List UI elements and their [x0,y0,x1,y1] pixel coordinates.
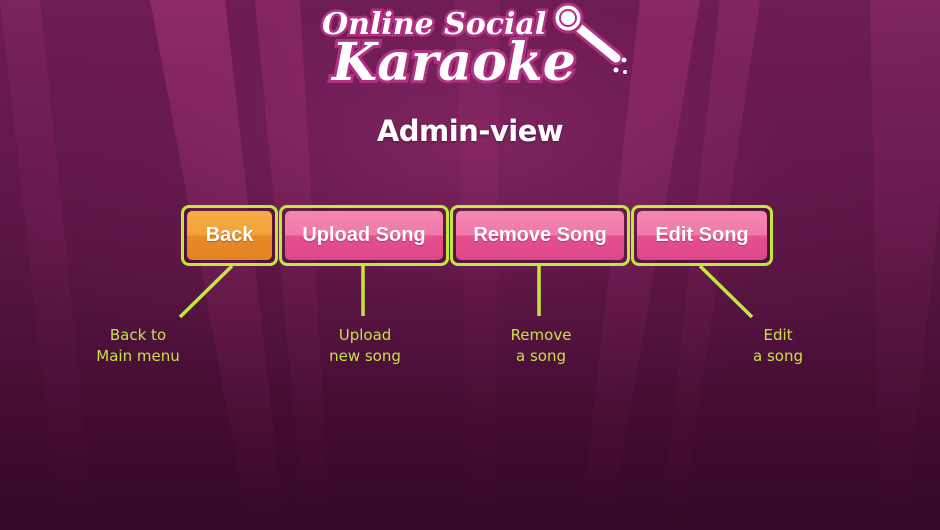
back-button[interactable]: Back [181,205,278,266]
connector-edit [698,264,754,319]
caption-upload-line2: new song [329,347,401,365]
upload-song-button-label: Upload Song [285,211,443,260]
caption-back-line2: Main menu [96,347,180,365]
caption-edit-line1: Edit [763,326,793,344]
upload-song-button[interactable]: Upload Song [279,205,449,266]
edit-song-button[interactable]: Edit Song [631,205,773,266]
caption-edit-line2: a song [753,347,803,365]
caption-upload: Upload new song [305,325,425,367]
remove-song-button-label: Remove Song [456,211,624,260]
caption-remove: Remove a song [481,325,601,367]
caption-upload-line1: Upload [338,326,392,344]
logo-line2: Karaoke [330,32,576,93]
caption-remove-line1: Remove [510,326,572,344]
remove-song-button[interactable]: Remove Song [450,205,630,266]
page-title: Admin-view [376,114,564,148]
caption-back: Back to Main menu [78,325,198,367]
caption-back-line1: Back to [109,326,167,344]
connector-back [178,264,234,319]
caption-remove-line2: a song [516,347,566,365]
caption-edit: Edit a song [718,325,838,367]
app-logo: Online Social Karaoke [318,0,638,100]
edit-song-button-label: Edit Song [637,211,767,260]
back-button-label: Back [187,211,272,260]
